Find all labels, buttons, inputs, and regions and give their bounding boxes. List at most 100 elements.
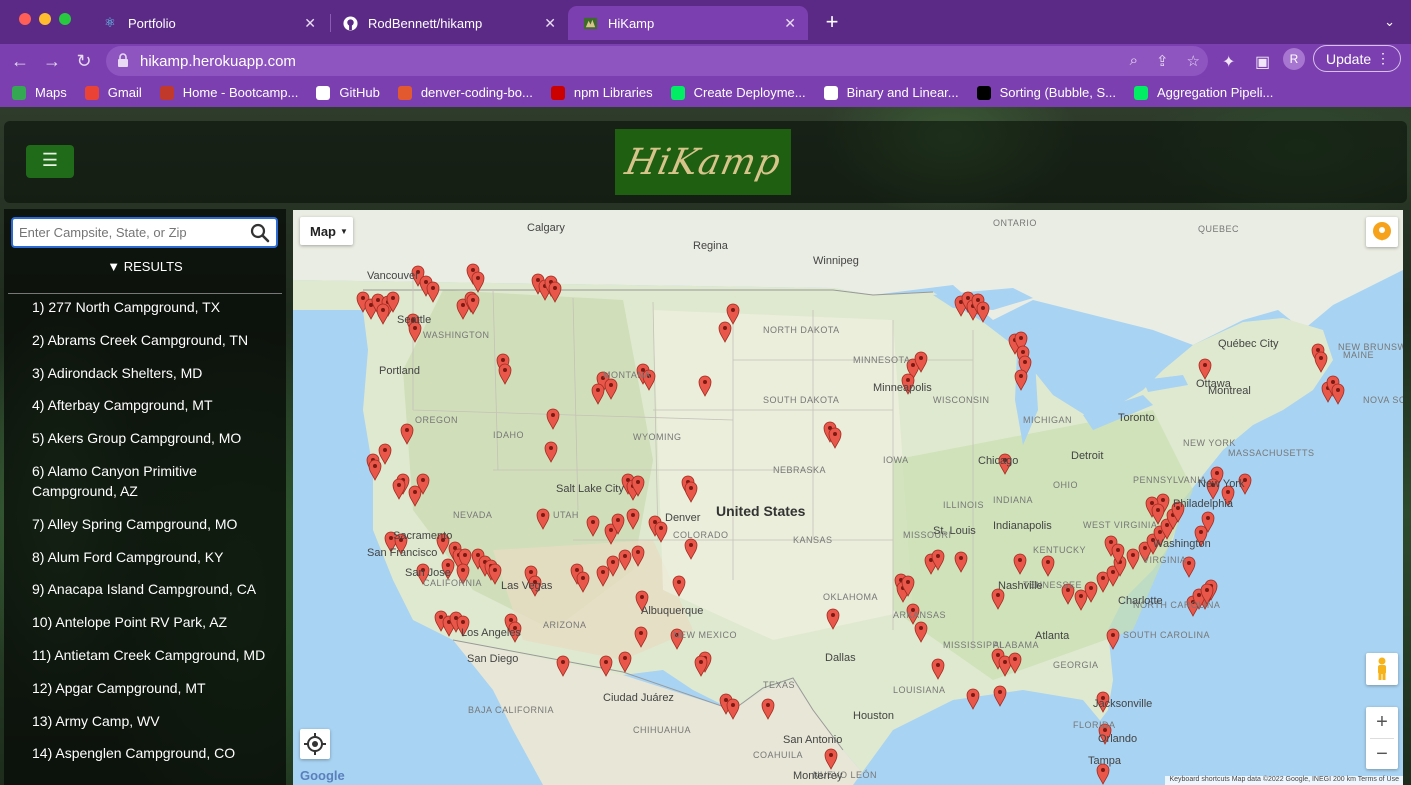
result-item[interactable]: 5) Akers Group Campground, MO bbox=[4, 428, 286, 448]
result-item[interactable]: 10) Antelope Point RV Park, AZ bbox=[4, 612, 286, 632]
result-item[interactable]: 7) Alley Spring Campground, MO bbox=[4, 514, 286, 534]
campsite-marker[interactable] bbox=[1331, 383, 1345, 405]
react-icon: ⚛ bbox=[104, 15, 116, 30]
share-icon[interactable]: ⇪ bbox=[1156, 52, 1169, 70]
tab-title: RodBennett/hikamp bbox=[368, 15, 483, 31]
bookmark-item[interactable]: Create Deployme... bbox=[670, 85, 806, 100]
search-input[interactable] bbox=[19, 219, 239, 246]
google-map[interactable]: Map ▼ + − Calgary Regina Winnipeg ONTARIO QUE… bbox=[293, 210, 1403, 785]
tab-search-chevron-icon[interactable]: ⌄ bbox=[1384, 14, 1395, 30]
result-item[interactable]: 4) Afterbay Campground, MT bbox=[4, 395, 286, 415]
campsite-marker[interactable] bbox=[976, 301, 990, 323]
close-tab-icon[interactable]: ✕ bbox=[784, 15, 796, 32]
map-label-regina: Regina bbox=[693, 240, 728, 252]
map-label-denver: Denver bbox=[665, 512, 701, 524]
street-view-pegman-button[interactable] bbox=[1366, 653, 1398, 685]
kebab-menu-icon[interactable]: ⋮ bbox=[1376, 50, 1390, 67]
result-item[interactable]: 1) 277 North Campground, TX bbox=[4, 297, 286, 317]
map-label-chicago: Chicago bbox=[978, 455, 1019, 467]
bookmark-item[interactable]: denver-coding-bo... bbox=[397, 85, 533, 100]
new-tab-plus-icon[interactable]: + bbox=[820, 10, 844, 34]
bookmark-favicon-icon bbox=[84, 85, 99, 100]
close-tab-icon[interactable]: ✕ bbox=[304, 15, 316, 32]
map-label-wyoming: WYOMING bbox=[633, 432, 682, 442]
update-button[interactable]: Update ⋮ bbox=[1313, 45, 1401, 72]
result-item[interactable]: 14) Aspenglen Campground, CO bbox=[4, 743, 286, 763]
result-item[interactable]: 11) Antietam Creek Campground, MD bbox=[4, 645, 286, 665]
map-label-iowa: IOWA bbox=[883, 455, 909, 465]
map-canvas bbox=[293, 210, 1403, 785]
result-item[interactable]: 8) Alum Ford Campground, KY bbox=[4, 547, 286, 567]
map-label-san-jose: San Jose bbox=[405, 567, 451, 579]
map-label-coahuila: COAHUILA bbox=[753, 750, 804, 760]
bookmark-label: Sorting (Bubble, S... bbox=[999, 85, 1116, 100]
result-item[interactable]: 3) Adirondack Shelters, MD bbox=[4, 363, 286, 383]
result-item[interactable]: 13) Army Camp, WV bbox=[4, 711, 286, 731]
bookmark-favicon-icon bbox=[1133, 85, 1148, 100]
extensions-puzzle-icon[interactable]: ✦ bbox=[1222, 52, 1235, 72]
campsite-marker[interactable] bbox=[1096, 763, 1110, 785]
side-panel-icon[interactable]: ▣ bbox=[1255, 52, 1270, 72]
close-tab-icon[interactable]: ✕ bbox=[544, 15, 556, 32]
result-item[interactable]: 12) Apgar Campground, MT bbox=[4, 678, 286, 698]
map-label-south-dakota: SOUTH DAKOTA bbox=[763, 395, 840, 405]
zoom-in-button[interactable]: + bbox=[1366, 707, 1398, 738]
maximize-window-button[interactable] bbox=[59, 13, 71, 25]
back-arrow-icon[interactable]: ← bbox=[8, 49, 32, 73]
bookmark-favicon-icon bbox=[823, 85, 838, 100]
map-label-wisconsin: WISCONSIN bbox=[933, 395, 990, 405]
bookmark-item[interactable]: Aggregation Pipeli... bbox=[1133, 85, 1273, 100]
bookmark-item[interactable]: GitHub bbox=[316, 85, 380, 100]
map-label-philadelphia: Philadelphia bbox=[1173, 498, 1233, 510]
crosshair-icon bbox=[304, 733, 326, 755]
minimize-window-button[interactable] bbox=[39, 13, 51, 25]
close-window-button[interactable] bbox=[19, 13, 31, 25]
bookmark-favicon-icon bbox=[550, 85, 565, 100]
bookmark-favicon-icon bbox=[159, 85, 174, 100]
bookmark-item[interactable]: Gmail bbox=[84, 85, 142, 100]
results-sidebar: ▼ RESULTS 1) 277 North Campground, TX 2) … bbox=[4, 209, 286, 785]
bookmark-item[interactable]: Sorting (Bubble, S... bbox=[976, 85, 1116, 100]
map-attribution[interactable]: Keyboard shortcuts Map data ©2022 Google… bbox=[1165, 776, 1403, 785]
bookmark-item[interactable]: npm Libraries bbox=[550, 85, 653, 100]
reload-icon[interactable]: ↻ bbox=[72, 49, 96, 73]
zoom-out-button[interactable]: − bbox=[1366, 739, 1398, 770]
map-label-west-virginia: WEST VIRGINIA bbox=[1083, 520, 1158, 530]
address-bar[interactable]: hikamp.herokuapp.com ⌕ ⇪ ☆ bbox=[106, 46, 1208, 76]
results-divider bbox=[8, 293, 282, 294]
map-label-colorado: COLORADO bbox=[673, 530, 729, 540]
hikamp-favicon bbox=[582, 15, 598, 31]
map-type-dropdown[interactable]: Map ▼ bbox=[300, 217, 353, 245]
bookmark-star-icon[interactable]: ☆ bbox=[1187, 52, 1200, 70]
forward-arrow-icon[interactable]: → bbox=[40, 49, 64, 73]
result-item[interactable]: 6) Alamo Canyon Primitive Campground, AZ bbox=[4, 461, 286, 501]
hikamp-page: ☰ HiKamp ▼ RESULTS 1) 277 North Campgrou… bbox=[0, 107, 1411, 785]
result-item[interactable]: 9) Anacapa Island Campground, CA bbox=[4, 579, 286, 599]
profile-avatar[interactable]: R bbox=[1283, 48, 1305, 70]
map-label-chihuahua: CHIHUAHUA bbox=[633, 725, 692, 735]
result-item[interactable]: 2) Abrams Creek Campground, TN bbox=[4, 330, 286, 350]
map-label-minneapolis: Minneapolis bbox=[873, 382, 932, 394]
hikamp-logo[interactable]: HiKamp bbox=[615, 129, 791, 195]
map-label-san-antonio: San Antonio bbox=[783, 734, 843, 746]
my-location-button[interactable] bbox=[300, 729, 330, 759]
bookmark-item[interactable]: Maps bbox=[12, 85, 67, 100]
map-label-new-brunswick: NEW BRUNSWICK bbox=[1338, 342, 1403, 352]
map-label-san-francisco: San Francisco bbox=[367, 547, 438, 559]
tab-hikamp[interactable]: HiKamp ✕ bbox=[568, 6, 808, 40]
map-label-washington: WASHINGTON bbox=[423, 330, 490, 340]
map-label-ohio: OHIO bbox=[1053, 480, 1079, 490]
pegman-location-button[interactable] bbox=[1366, 217, 1398, 247]
tab-portfolio[interactable]: ⚛ Portfolio ✕ bbox=[88, 6, 328, 40]
bookmark-item[interactable]: Binary and Linear... bbox=[823, 85, 959, 100]
map-label-florida: FLORIDA bbox=[1073, 720, 1116, 730]
results-toggle[interactable]: ▼ RESULTS bbox=[4, 259, 286, 274]
bookmark-item[interactable]: Home - Bootcamp... bbox=[159, 85, 298, 100]
map-label-arizona: ARIZONA bbox=[543, 620, 587, 630]
map-label-tampa: Tampa bbox=[1088, 755, 1122, 767]
tab-github[interactable]: RodBennett/hikamp ✕ bbox=[328, 6, 568, 40]
search-icon[interactable] bbox=[250, 223, 270, 243]
hamburger-menu-button[interactable]: ☰ bbox=[26, 145, 74, 178]
zoom-magnifier-icon[interactable]: ⌕ bbox=[1130, 52, 1138, 70]
tab-title: HiKamp bbox=[608, 15, 655, 31]
